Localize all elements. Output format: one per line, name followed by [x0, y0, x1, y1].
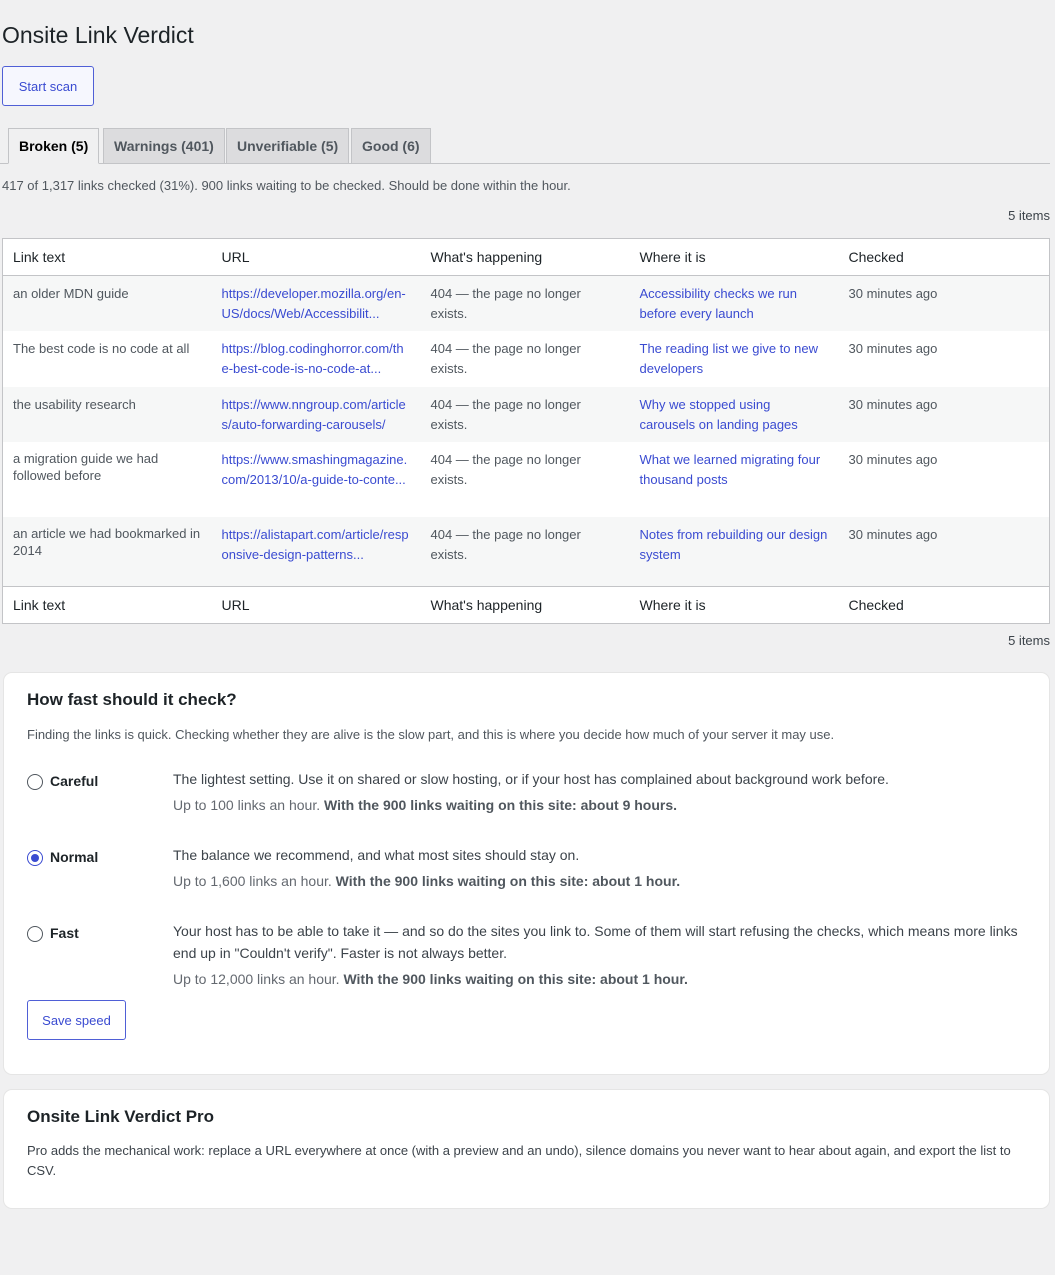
- fast-radio[interactable]: [27, 926, 43, 942]
- url-link[interactable]: https://blog.codinghorror.com/the-best-c…: [222, 341, 404, 376]
- table-row: the usability research https://www.nngro…: [2, 387, 1050, 442]
- link-text-cell: a migration guide we had followed before: [13, 451, 159, 483]
- pro-heading: Onsite Link Verdict Pro: [27, 1107, 215, 1126]
- link-text-cell: an older MDN guide: [13, 286, 129, 301]
- column-header-where: Where it is: [629, 238, 839, 276]
- table-row: a migration guide we had followed before…: [3, 442, 1050, 517]
- column-footer-url: URL: [211, 585, 421, 623]
- fast-rate: Up to 12,000 links an hour.: [173, 971, 340, 987]
- normal-description: The balance we recommend, and what most …: [173, 847, 580, 863]
- column-header-checked: Checked: [838, 238, 1050, 276]
- careful-description: The lightest setting. Use it on shared o…: [173, 771, 889, 787]
- status-tabs: Broken (5) Warnings (401) Unverifiable (…: [0, 128, 1050, 164]
- column-footer-checked: Checked: [838, 585, 1050, 623]
- status-cell: 404 — the page no longer exists.: [430, 341, 581, 376]
- column-header-url: URL: [211, 238, 421, 276]
- careful-radio[interactable]: [27, 774, 43, 790]
- checked-cell: 30 minutes ago: [848, 341, 938, 356]
- careful-estimate: With the 900 links waiting on this site:…: [324, 797, 678, 813]
- careful-label[interactable]: Careful: [50, 773, 98, 789]
- status-cell: 404 — the page no longer exists.: [430, 397, 581, 432]
- column-footer-status: What's happening: [420, 585, 630, 623]
- fast-description: Your host has to be able to take it — an…: [173, 923, 1018, 961]
- careful-rate: Up to 100 links an hour.: [173, 797, 321, 813]
- where-link[interactable]: The reading list we give to new develope…: [640, 341, 818, 376]
- broken-links-table: Link text URL What's happening Where it …: [2, 238, 1050, 624]
- table-header-row: Link text URL What's happening Where it …: [2, 238, 1050, 276]
- page-title: Onsite Link Verdict: [2, 22, 194, 48]
- speed-heading: How fast should it check?: [27, 690, 237, 709]
- start-scan-button[interactable]: Start scan: [2, 66, 94, 106]
- column-footer-link-text: Link text: [2, 585, 212, 623]
- link-text-cell: the usability research: [13, 397, 136, 412]
- url-link[interactable]: https://www.smashingmagazine.com/2013/10…: [222, 452, 408, 487]
- tab-warnings[interactable]: Warnings (401): [103, 128, 225, 163]
- normal-label[interactable]: Normal: [50, 849, 98, 865]
- checked-cell: 30 minutes ago: [848, 527, 938, 542]
- url-link[interactable]: https://developer.mozilla.org/en-US/docs…: [222, 286, 406, 321]
- status-cell: 404 — the page no longer exists.: [430, 286, 581, 321]
- checked-cell: 30 minutes ago: [848, 452, 938, 467]
- speed-settings-card: How fast should it check? Finding the li…: [4, 673, 1049, 1074]
- where-link[interactable]: Notes from rebuilding our design system: [640, 527, 828, 562]
- where-link[interactable]: What we learned migrating four thousand …: [640, 452, 821, 487]
- tab-broken[interactable]: Broken (5): [8, 128, 100, 164]
- normal-estimate: With the 900 links waiting on this site:…: [335, 873, 681, 889]
- url-link[interactable]: https://www.nngroup.com/articles/auto-fo…: [222, 397, 406, 432]
- status-cell: 404 — the page no longer exists.: [430, 452, 581, 487]
- tab-unverifiable[interactable]: Unverifiable (5): [226, 128, 350, 163]
- normal-radio[interactable]: [27, 850, 43, 866]
- link-text-cell: an article we had bookmarked in 2014: [13, 526, 201, 558]
- link-text-cell: The best code is no code at all: [13, 341, 190, 356]
- save-speed-button[interactable]: Save speed: [27, 1000, 126, 1040]
- url-link[interactable]: https://alistapart.com/article/responsiv…: [222, 527, 409, 562]
- checked-cell: 30 minutes ago: [848, 397, 938, 412]
- fast-label[interactable]: Fast: [50, 925, 79, 941]
- fast-estimate: With the 900 links waiting on this site:…: [343, 971, 688, 987]
- where-link[interactable]: Accessibility checks we run before every…: [640, 286, 798, 321]
- table-row: an older MDN guide https://developer.moz…: [2, 275, 1050, 331]
- column-header-link-text: Link text: [2, 238, 212, 276]
- speed-intro: Finding the links is quick. Checking whe…: [27, 727, 835, 742]
- status-cell: 404 — the page no longer exists.: [430, 527, 581, 562]
- pro-description: Pro adds the mechanical work: replace a …: [27, 1143, 1011, 1178]
- column-footer-where: Where it is: [629, 585, 839, 623]
- table-footer-row: Link text URL What's happening Where it …: [2, 585, 1050, 623]
- column-header-status: What's happening: [420, 238, 630, 276]
- table-row: an article we had bookmarked in 2014 htt…: [2, 517, 1050, 586]
- checked-cell: 30 minutes ago: [848, 286, 938, 301]
- table-row: The best code is no code at all https://…: [3, 331, 1050, 387]
- where-link[interactable]: Why we stopped using carousels on landin…: [640, 397, 798, 432]
- scan-progress-text: 417 of 1,317 links checked (31%). 900 li…: [2, 178, 571, 193]
- pro-card: Onsite Link Verdict Pro Pro adds the mec…: [4, 1090, 1049, 1208]
- items-count-top: 5 items: [1008, 208, 1050, 223]
- normal-rate: Up to 1,600 links an hour.: [173, 873, 332, 889]
- tab-good[interactable]: Good (6): [351, 128, 431, 163]
- items-count-bottom: 5 items: [1008, 633, 1050, 648]
